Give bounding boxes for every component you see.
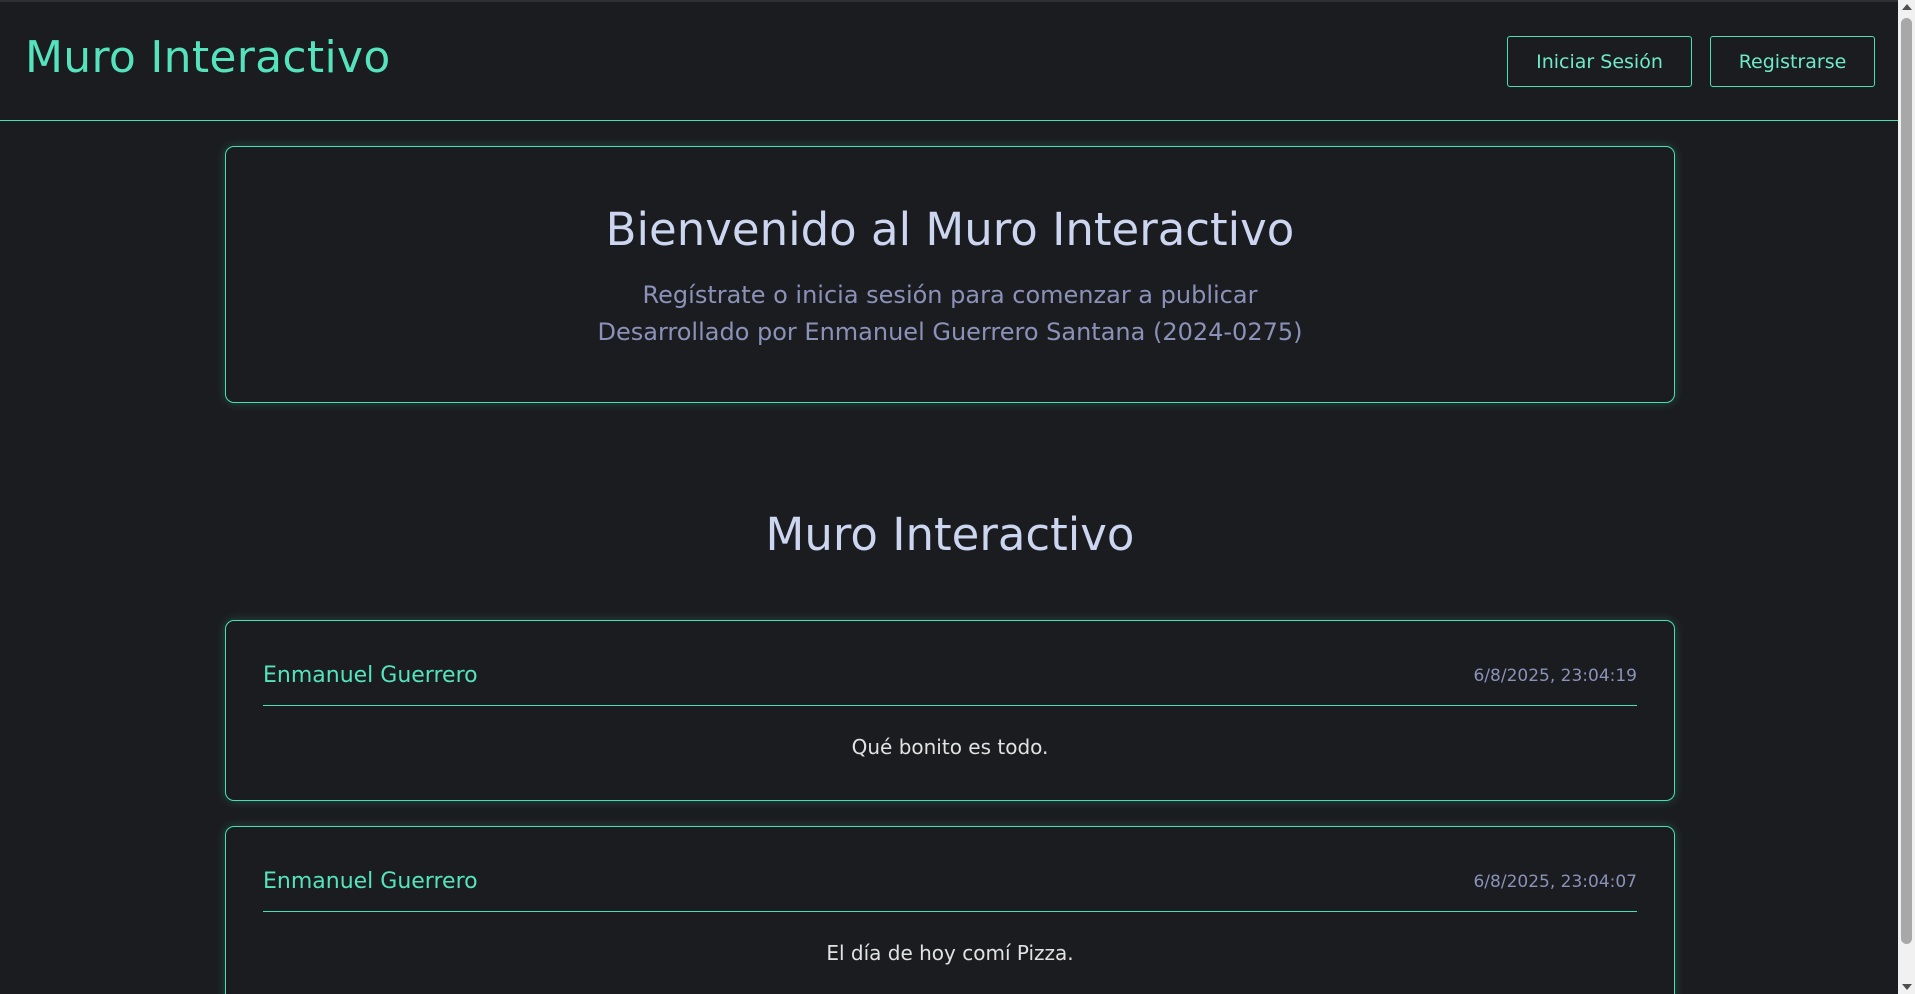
welcome-card: Bienvenido al Muro Interactivo Regístrat… (225, 146, 1675, 403)
vertical-scrollbar[interactable] (1898, 0, 1915, 994)
post-divider (263, 911, 1637, 912)
post-divider (263, 705, 1637, 706)
post-author: Enmanuel Guerrero (263, 663, 478, 688)
post-card: Enmanuel Guerrero 6/8/2025, 23:04:07 El … (225, 826, 1675, 994)
navbar: Muro Interactivo Iniciar Sesión Registra… (0, 2, 1898, 121)
scrollbar-thumb[interactable] (1901, 18, 1912, 944)
post-content: Qué bonito es todo. (851, 735, 1049, 759)
welcome-credit: Desarrollado por Enmanuel Guerrero Santa… (597, 318, 1303, 346)
wall-title: Muro Interactivo (765, 508, 1135, 561)
post-author: Enmanuel Guerrero (263, 869, 478, 894)
scroll-up-arrow-icon[interactable] (1902, 4, 1912, 10)
login-button[interactable]: Iniciar Sesión (1507, 36, 1692, 87)
welcome-title: Bienvenido al Muro Interactivo (605, 203, 1295, 256)
welcome-subtitle: Regístrate o inicia sesión para comenzar… (642, 281, 1258, 309)
register-button[interactable]: Registrarse (1710, 36, 1875, 87)
post-content: El día de hoy comí Pizza. (826, 941, 1074, 965)
post-card: Enmanuel Guerrero 6/8/2025, 23:04:19 Qué… (225, 620, 1675, 801)
post-timestamp: 6/8/2025, 23:04:19 (1473, 666, 1637, 686)
post-timestamp: 6/8/2025, 23:04:07 (1473, 872, 1637, 892)
page: Muro Interactivo Iniciar Sesión Registra… (0, 0, 1915, 994)
scroll-down-arrow-icon[interactable] (1902, 984, 1912, 990)
brand-title[interactable]: Muro Interactivo (25, 32, 391, 83)
